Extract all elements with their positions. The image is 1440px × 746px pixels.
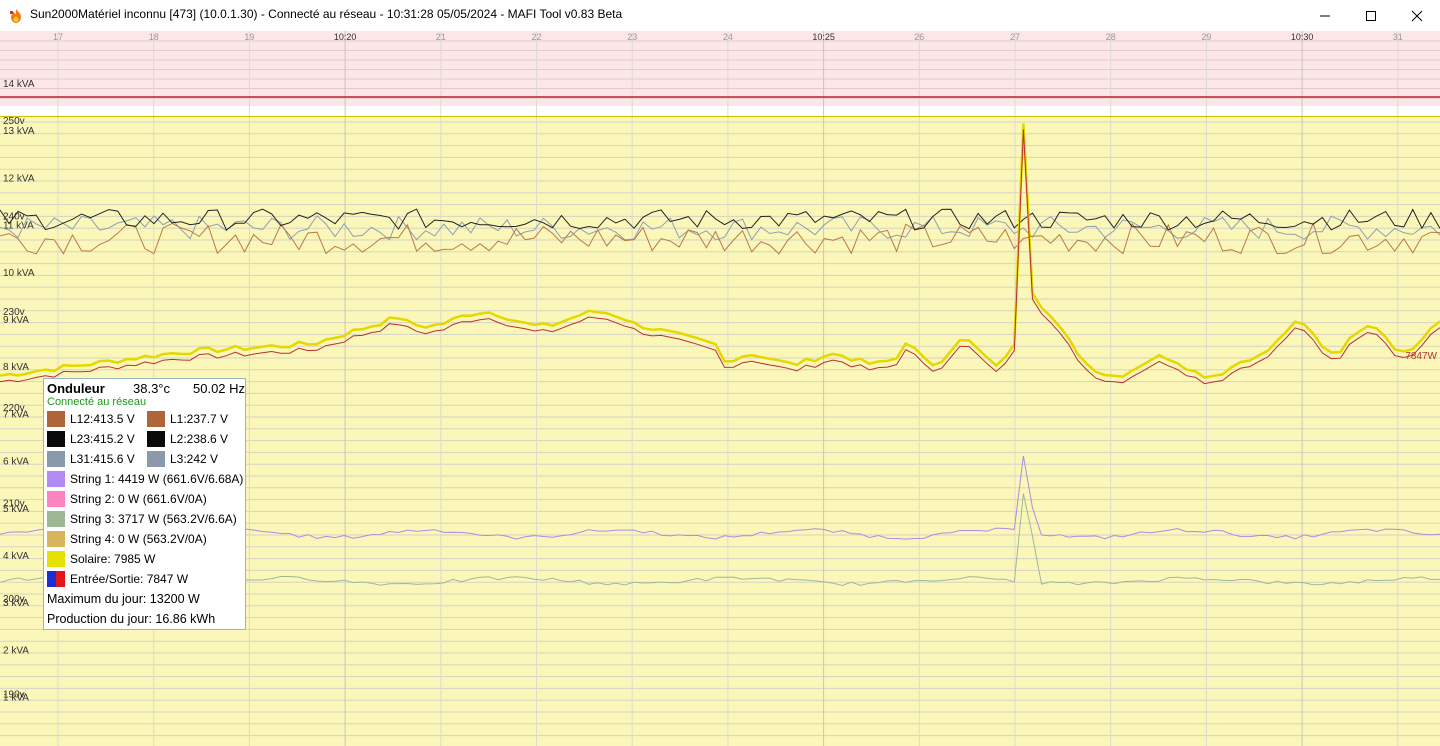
minimize-button[interactable] — [1302, 0, 1348, 31]
l23-swatch — [47, 431, 65, 447]
kva-axis-label: 8 kVA — [3, 362, 29, 373]
time-tick-label: 26 — [914, 32, 924, 42]
inverter-legend: Onduleur 38.3°c 50.02 Hz Connecté au rés… — [43, 378, 246, 630]
maximize-button[interactable] — [1348, 0, 1394, 31]
l12-swatch — [47, 411, 65, 427]
time-tick-label: 18 — [149, 32, 159, 42]
solar-swatch — [47, 551, 65, 567]
time-tick-label: 27 — [1010, 32, 1020, 42]
legend-string4-label: String 4: 0 W (563.2V/0A) — [70, 532, 207, 546]
legend-item-l23: L23:415.2 V — [47, 430, 135, 448]
legend-item-l3: L3:242 V — [147, 450, 218, 468]
volt-axis-label: 190v — [3, 690, 25, 701]
minimize-icon — [1320, 15, 1330, 16]
close-icon — [1411, 10, 1423, 21]
inverter-temperature: 38.3°c — [133, 381, 171, 396]
legend-string2-label: String 2: 0 W (661.6V/0A) — [70, 492, 207, 506]
legend-l3-label: L3:242 V — [170, 452, 219, 466]
string2-swatch — [47, 491, 65, 507]
time-tick-label: 10:20 — [334, 32, 357, 42]
legend-item-string3: String 3: 3717 W (563.2V/6.6A) — [47, 510, 237, 528]
top-band — [0, 31, 1440, 106]
legend-item-string1: String 1: 4419 W (661.6V/6.68A) — [47, 470, 243, 488]
time-tick-label: 21 — [436, 32, 446, 42]
band-gap — [0, 106, 1440, 116]
l2-swatch — [147, 431, 165, 447]
legend-l23-label: L23:415.2 V — [70, 432, 135, 446]
legend-l2-label: L2:238.6 V — [170, 432, 229, 446]
close-button[interactable] — [1394, 0, 1440, 31]
maximize-icon — [1366, 10, 1376, 21]
io-swatch — [47, 571, 65, 587]
legend-item-l12: L12:413.5 V — [47, 410, 135, 428]
time-tick-label: 29 — [1201, 32, 1211, 42]
max-of-day: Maximum du jour: 13200 W — [47, 592, 200, 606]
current-io-value-label: 7847W — [1405, 351, 1437, 362]
grid-frequency: 50.02 Hz — [193, 381, 246, 396]
kva-axis-label: 10 kVA — [3, 268, 35, 279]
l3-swatch — [147, 451, 165, 467]
string4-swatch — [47, 531, 65, 547]
connection-status: Connecté au réseau — [47, 396, 147, 408]
legend-solar-label: Solaire: 7985 W — [70, 552, 156, 566]
legend-item-l2: L2:238.6 V — [147, 430, 228, 448]
time-tick-label: 24 — [723, 32, 733, 42]
kva-axis-label: 4 kVA — [3, 551, 29, 562]
volt-axis-label: 230v — [3, 307, 25, 318]
time-tick-label: 23 — [627, 32, 637, 42]
volt-axis-label: 250v — [3, 116, 25, 127]
time-tick-label: 19 — [244, 32, 254, 42]
production-of-day: Production du jour: 16.86 kWh — [47, 612, 216, 626]
legend-item-string4: String 4: 0 W (563.2V/0A) — [47, 530, 207, 548]
l31-swatch — [47, 451, 65, 467]
time-tick-label: 28 — [1106, 32, 1116, 42]
legend-l31-label: L31:415.6 V — [70, 452, 135, 466]
time-tick-label: 10:30 — [1291, 32, 1314, 42]
legend-item-l31: L31:415.6 V — [47, 450, 135, 468]
l1-swatch — [147, 411, 165, 427]
time-tick-label: 22 — [531, 32, 541, 42]
string3-swatch — [47, 511, 65, 527]
time-tick-label: 31 — [1393, 32, 1403, 42]
string1-swatch — [47, 471, 65, 487]
volt-axis-label: 200v — [3, 594, 25, 605]
app-flame-icon — [10, 9, 21, 23]
title-bar[interactable]: Sun2000Matériel inconnu [473] (10.0.1.30… — [0, 0, 1440, 31]
time-tick-label: 17 — [53, 32, 63, 42]
legend-io-label: Entrée/Sortie: 7847 W — [70, 572, 189, 586]
legend-item-l1: L1:237.7 V — [147, 410, 228, 428]
legend-item-string2: String 2: 0 W (661.6V/0A) — [47, 490, 207, 508]
legend-l1-label: L1:237.7 V — [170, 412, 229, 426]
volt-axis-label: 210v — [3, 498, 25, 509]
kva-axis-label: 6 kVA — [3, 457, 29, 468]
time-tick-label: 10:25 — [812, 32, 835, 42]
kva-axis-label: 13 kVA — [3, 126, 35, 137]
legend-string1-label: String 1: 4419 W (661.6V/6.68A) — [70, 472, 244, 486]
legend-header: Onduleur 38.3°c 50.02 Hz — [47, 381, 245, 396]
kva-axis-label: 2 kVA — [3, 645, 29, 656]
window-title: Sun2000Matériel inconnu [473] (10.0.1.30… — [30, 7, 623, 21]
kva-axis-label: 12 kVA — [3, 173, 35, 184]
legend-item-io: Entrée/Sortie: 7847 W — [47, 570, 188, 588]
legend-item-solar: Solaire: 7985 W — [47, 550, 155, 568]
kva-axis-label: 14 kVA — [3, 79, 35, 90]
legend-l12-label: L12:413.5 V — [70, 412, 135, 426]
legend-title: Onduleur — [47, 381, 105, 396]
legend-string3-label: String 3: 3717 W (563.2V/6.6A) — [70, 512, 237, 526]
volt-axis-label: 220v — [3, 403, 25, 414]
